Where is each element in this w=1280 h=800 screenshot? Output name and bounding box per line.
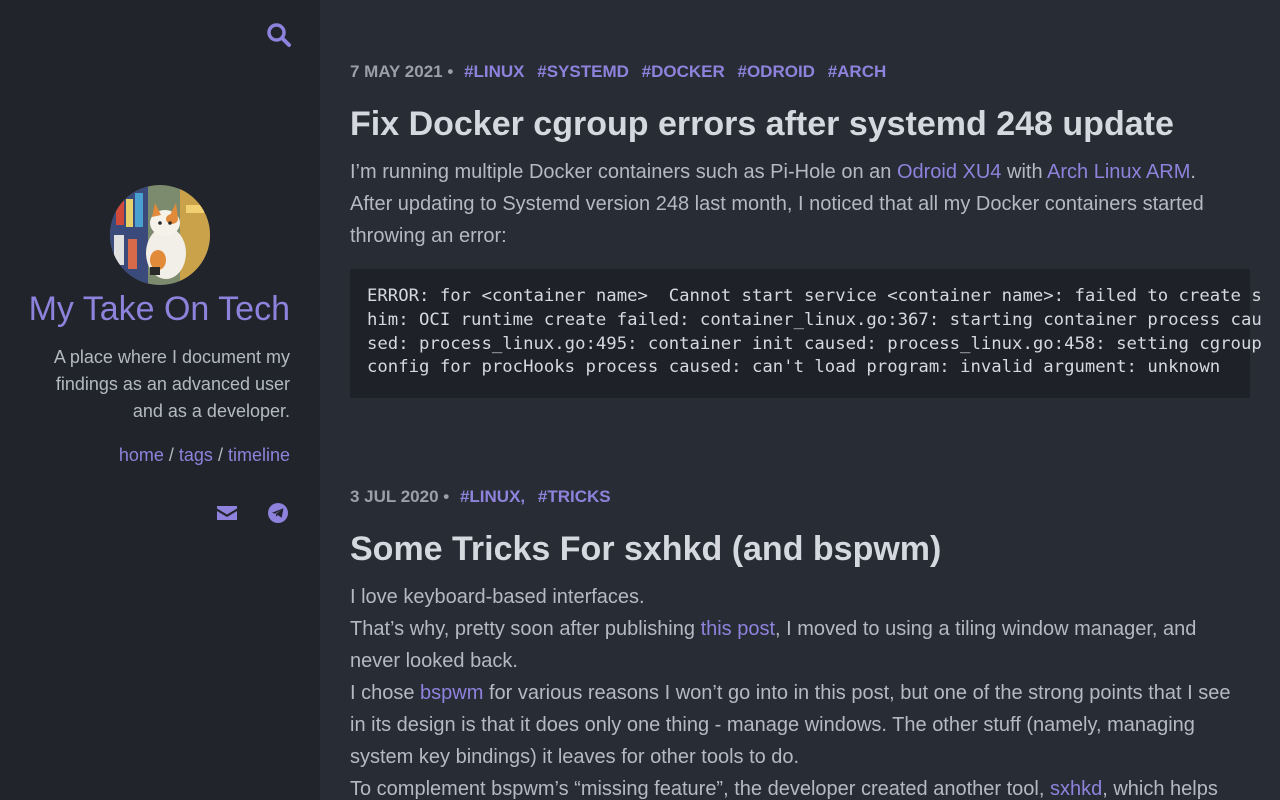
tag-link[interactable]: #LINUX, (460, 487, 525, 506)
sidebar-nav: home / tags / timeline (119, 445, 290, 466)
nav-separator: / (217, 445, 223, 465)
meta-separator: • (447, 62, 454, 81)
post-paragraph: I’m running multiple Docker containers s… (350, 156, 1250, 188)
post-date: 3 JUL 2020 (350, 487, 439, 506)
post-paragraph: To complement bspwm’s “missing feature”,… (350, 773, 1250, 800)
avatar (110, 185, 210, 285)
post-card: 3 JUL 2020 • #LINUX, #TRICKS Some Tricks… (350, 485, 1250, 800)
post-title[interactable]: Fix Docker cgroup errors after systemd 2… (350, 102, 1250, 146)
post-card: 7 MAY 2021 • #LINUX #SYSTEMD #DOCKER #OD… (350, 60, 1262, 398)
envelope-icon[interactable] (214, 500, 240, 526)
nav-home[interactable]: home (119, 445, 164, 465)
site-tagline: A place where I document my findings as … (53, 347, 290, 421)
post-title[interactable]: Some Tricks For sxhkd (and bspwm) (350, 527, 1250, 571)
site-title[interactable]: My Take On Tech (29, 290, 290, 329)
text: . (1190, 161, 1196, 183)
post-meta: 3 JUL 2020 • #LINUX, #TRICKS (350, 485, 1250, 509)
code-line: ERROR: for <container name> Cannot start… (367, 286, 1262, 306)
tag-link[interactable]: #DOCKER (642, 62, 725, 81)
tag-link[interactable]: #TRICKS (538, 487, 611, 506)
text: , which helps (1102, 778, 1218, 800)
odroid-link[interactable]: Odroid XU4 (897, 161, 1002, 183)
post-date: 7 MAY 2021 (350, 62, 443, 81)
code-line: config for procHooks process caused: can… (367, 357, 1221, 378)
nav-separator: / (168, 445, 174, 465)
text: I’m running multiple Docker containers s… (350, 161, 897, 183)
search-icon[interactable] (266, 22, 292, 48)
tag-link[interactable]: #SYSTEMD (537, 62, 629, 81)
tag-link[interactable]: #ODROID (738, 62, 815, 81)
sxhkd-link[interactable]: sxhkd (1050, 778, 1102, 800)
code-line: sed: process_linux.go:495: container ini… (367, 333, 1262, 354)
text: That’s why, pretty soon after publishing (350, 618, 701, 640)
tag-link[interactable]: #ARCH (828, 62, 887, 81)
arch-linux-arm-link[interactable]: Arch Linux ARM (1047, 161, 1190, 183)
code-line: him: OCI runtime create failed: containe… (367, 309, 1262, 330)
post-paragraph: I love keyboard-based interfaces. (350, 586, 645, 608)
code-block: ERROR: for <container name> Cannot start… (350, 269, 1262, 398)
bspwm-link[interactable]: bspwm (420, 682, 483, 704)
nav-timeline[interactable]: timeline (228, 445, 290, 465)
tag-link[interactable]: #LINUX (464, 62, 524, 81)
text: for various reasons I won’t go into in t… (350, 682, 1231, 768)
post-paragraph: That’s why, pretty soon after publishing… (350, 613, 1250, 677)
telegram-icon[interactable] (265, 500, 291, 526)
text: To complement bspwm’s “missing feature”,… (350, 778, 1050, 800)
text: with (1001, 161, 1048, 183)
text: I chose (350, 682, 421, 704)
post-paragraph: I chose bspwm for various reasons I won’… (350, 677, 1250, 773)
meta-separator: • (443, 487, 450, 506)
post-meta: 7 MAY 2021 • #LINUX #SYSTEMD #DOCKER #OD… (350, 60, 1250, 84)
sidebar: My Take On Tech A place where I document… (0, 0, 320, 800)
this-post-link[interactable]: this post (701, 618, 775, 640)
nav-tags[interactable]: tags (179, 445, 213, 465)
post-paragraph: After updating to Systemd version 248 la… (350, 193, 1204, 247)
